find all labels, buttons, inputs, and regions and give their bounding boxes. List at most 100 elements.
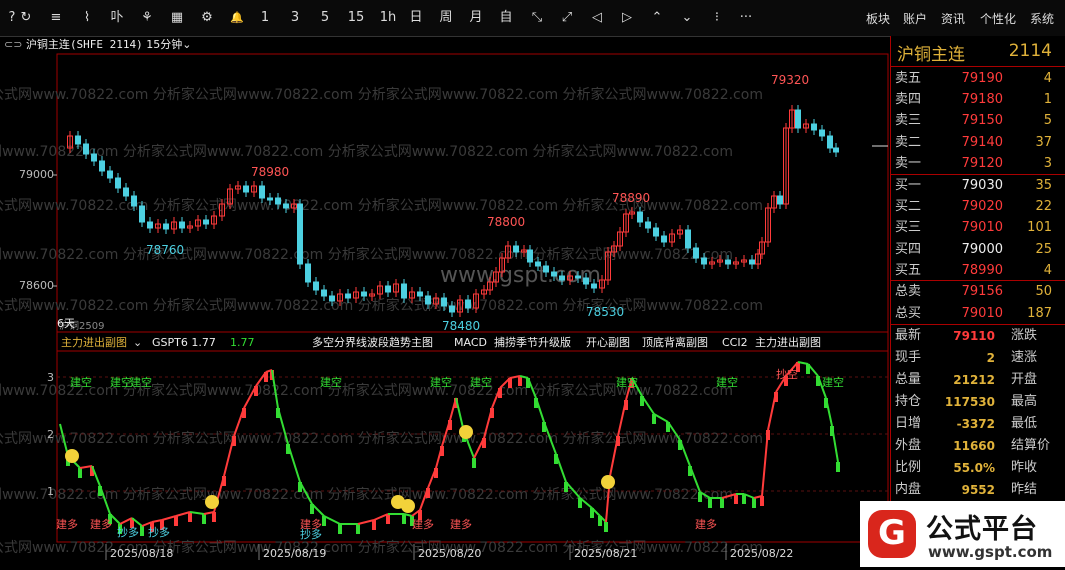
quote-label: 最新 <box>895 328 922 343</box>
bid-row[interactable]: 买二 79020 22 <box>891 196 1065 217</box>
zoom-out-icon[interactable]: ⌄ <box>677 8 697 28</box>
indicator-tab[interactable]: 多空分界线波段趋势主图 <box>312 335 433 349</box>
osc-bar <box>232 436 236 446</box>
total-row[interactable]: 总卖 79156 50 <box>891 281 1065 302</box>
ask-row[interactable]: 卖一 79120 3 <box>891 153 1065 174</box>
refresh-icon[interactable]: ↻ <box>16 8 36 28</box>
left-icon[interactable]: ◁ <box>587 8 607 28</box>
period-15[interactable]: 15 <box>344 8 368 28</box>
osc-bar <box>490 408 494 418</box>
signal-label: 建多 <box>412 517 434 531</box>
quote-label2: 涨跌 <box>1011 328 1038 343</box>
list-icon[interactable]: ≡ <box>46 8 66 28</box>
bid-row[interactable]: 买四 79000 25 <box>891 239 1065 260</box>
quote-label: 比例 <box>895 460 922 475</box>
watermark-text: 公式网www.70822.com 分析家公式网www.70822.com 分析家… <box>0 246 733 263</box>
line-chart-icon[interactable]: ⌇ <box>77 8 97 28</box>
row-volume: 4 <box>1043 262 1052 278</box>
period-5[interactable]: 5 <box>318 8 332 28</box>
kline-chart[interactable]: 公式网www.70822.com 分析家公式网www.70822.com 分析家… <box>0 36 890 567</box>
period-day[interactable]: 日 <box>406 8 426 28</box>
chart-area[interactable]: 公式网www.70822.com 分析家公式网www.70822.com 分析家… <box>0 36 890 567</box>
osc-line <box>161 515 177 521</box>
shrink-icon[interactable]: ⤢ <box>557 8 577 28</box>
candle-body <box>543 265 549 273</box>
osc-bar <box>402 514 406 524</box>
bid-row[interactable]: 买五 78990 4 <box>891 260 1065 281</box>
total-row[interactable]: 总买 79010 187 <box>891 303 1065 324</box>
smiley-icon <box>401 499 415 513</box>
menu-sector[interactable]: 板块 <box>866 9 890 29</box>
period-selector[interactable]: 15分钟 <box>146 38 182 51</box>
indicator-tab[interactable]: 主力进出副图 <box>755 335 821 349</box>
zoom-in-icon[interactable]: ⌃ <box>647 8 667 28</box>
row-price: 79190 <box>961 71 1003 86</box>
candle-body <box>131 195 137 207</box>
period-month[interactable]: 月 <box>466 8 486 28</box>
candle-body <box>297 203 303 265</box>
period-1h[interactable]: 1h <box>376 8 400 28</box>
osc-bar <box>440 446 444 456</box>
candle-body <box>535 261 541 267</box>
osc-bar <box>174 516 178 526</box>
quote-symbol: 沪铜主连 <box>897 45 965 65</box>
grid-icon[interactable]: ▦ <box>167 8 187 28</box>
bell-icon[interactable]: 🔔 <box>227 8 247 28</box>
split-icon[interactable]: ⁝ <box>707 8 727 28</box>
period-week[interactable]: 周 <box>436 8 456 28</box>
row-label: 卖四 <box>895 92 922 108</box>
menu-system[interactable]: 系统 <box>1030 9 1054 29</box>
chart-symbol: 沪铜主连 <box>25 38 70 51</box>
quote-value: -3372 <box>956 417 995 431</box>
signal-label: 建多 <box>56 517 78 531</box>
expand-icon[interactable]: ⤡ <box>527 8 547 28</box>
indicator-gspt: GSPT6 1.77 <box>152 336 216 349</box>
menu-news[interactable]: 资讯 <box>941 9 965 29</box>
candle-body <box>701 257 707 265</box>
ask-row[interactable]: 卖四 79180 1 <box>891 89 1065 110</box>
indicator-tab[interactable]: 捕捞季节升级版 <box>494 335 571 349</box>
indicator-icon[interactable]: ⚘ <box>137 8 157 28</box>
indicator-tab[interactable]: 顶底背离副图 <box>642 335 708 349</box>
custom-period[interactable]: 自 <box>496 8 516 28</box>
divider <box>891 66 1065 67</box>
chevron-down-icon[interactable]: ⌄ <box>182 38 191 51</box>
candle-body <box>795 109 801 129</box>
quote-row: 内盘 9552 昨结 <box>891 479 1065 501</box>
period-1[interactable]: 1 <box>258 8 272 28</box>
ask-row[interactable]: 卖二 79140 37 <box>891 132 1065 153</box>
row-price: 79156 <box>961 284 1003 299</box>
osc-bar <box>472 458 476 468</box>
y-axis-label: 3 <box>47 371 54 384</box>
quote-code: 2114 <box>1008 41 1052 61</box>
period-3[interactable]: 3 <box>288 8 302 28</box>
more-icon[interactable]: ··· <box>736 8 756 28</box>
bid-row[interactable]: 买三 79010 101 <box>891 217 1065 238</box>
y-axis-label: 1 <box>47 485 54 498</box>
osc-bar <box>760 496 764 506</box>
candle-body <box>811 123 817 131</box>
price-label: 78760 <box>146 243 184 257</box>
indicator-tab[interactable]: CCI2 <box>722 336 748 349</box>
signal-label: 建空 <box>616 375 638 389</box>
indicator-tab[interactable]: 开心副图 <box>586 336 630 349</box>
settings-icon[interactable]: ⚙ <box>197 8 217 28</box>
signal-label: 抄多 <box>117 525 139 539</box>
row-price: 79120 <box>961 155 1003 171</box>
row-price: 79010 <box>961 220 1003 236</box>
price-label: 78980 <box>251 165 289 179</box>
ask-row[interactable]: 卖三 79150 5 <box>891 110 1065 131</box>
right-icon[interactable]: ▷ <box>617 8 637 28</box>
toolbar: ? ↻ ≡ ⌇ 卟 ⚘ ▦ ⚙ 🔔 1 3 5 15 1h 日 周 月 自 ⤡ … <box>0 0 1065 37</box>
candle-body <box>465 299 471 309</box>
bid-row[interactable]: 买一 79030 35 <box>891 175 1065 196</box>
ask-row[interactable]: 卖五 79190 4 <box>891 68 1065 89</box>
row-label: 总买 <box>895 305 922 321</box>
menu-account[interactable]: 账户 <box>903 9 927 29</box>
quote-label2: 速涨 <box>1011 350 1038 365</box>
menu-personalize[interactable]: 个性化 <box>980 9 1016 29</box>
candle-icon[interactable]: 卟 <box>107 8 127 28</box>
indicator-tab[interactable]: MACD <box>454 336 487 349</box>
brand-logo: G 公式平台 www.gspt.com <box>860 501 1065 567</box>
smiley-icon <box>205 495 219 509</box>
